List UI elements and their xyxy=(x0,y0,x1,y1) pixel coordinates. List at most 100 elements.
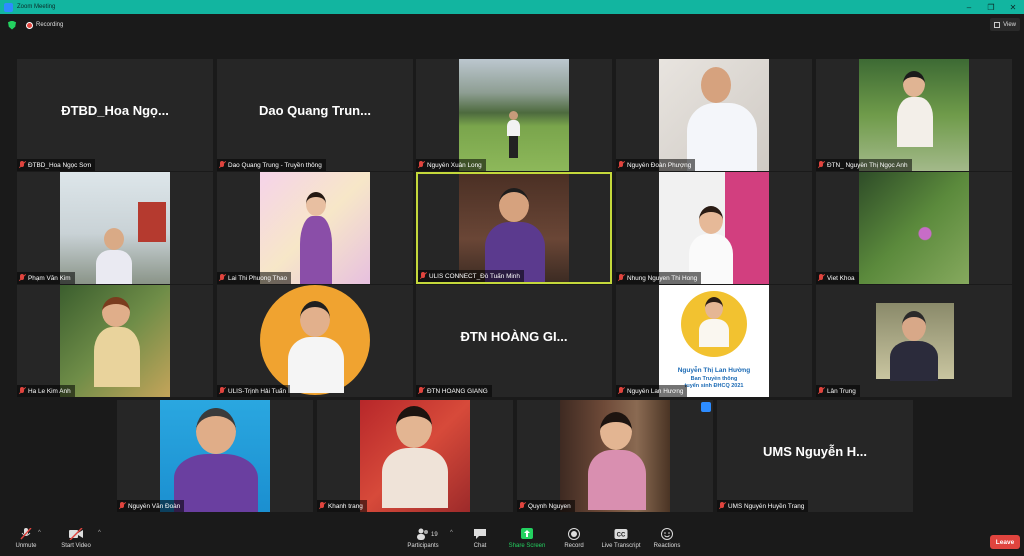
participant-label: Viet Khoa xyxy=(816,272,859,284)
participant-label: ĐTN_ Nguyễn Thị Ngọc Anh xyxy=(816,159,912,171)
participant-name: ULIS-Trịnh Hải Tuấn xyxy=(228,387,287,395)
name-card-line1: Ban Truyền thông xyxy=(690,376,738,382)
participant-tile[interactable]: Nguyễn Đoàn Phượng xyxy=(616,59,812,171)
participant-tile[interactable]: ULIS-Trịnh Hải Tuấn xyxy=(217,285,413,397)
start-video-button[interactable]: Start Video xyxy=(46,528,106,549)
muted-mic-icon xyxy=(219,161,225,169)
raised-hand-icon xyxy=(701,402,711,412)
participant-name: Dao Quang Trung - Truyền thông xyxy=(228,161,322,169)
leave-button[interactable]: Leave xyxy=(990,535,1020,549)
participant-video xyxy=(260,285,370,397)
participant-label: Nguyễn Văn Đoàn xyxy=(117,500,185,512)
participant-label: Nguyễn Xuân Long xyxy=(416,159,486,171)
muted-microphone-icon xyxy=(20,528,32,540)
participant-video xyxy=(459,174,569,282)
muted-mic-icon xyxy=(618,274,624,282)
muted-mic-icon xyxy=(618,161,624,169)
participant-label: Ha Le Kim Anh xyxy=(17,385,75,397)
unmute-label: Unmute xyxy=(15,543,37,549)
close-button[interactable]: ✕ xyxy=(1002,0,1024,14)
participant-tile[interactable]: Phạm Văn Kim xyxy=(17,172,213,284)
reactions-icon xyxy=(661,528,673,540)
view-button[interactable]: View xyxy=(990,18,1020,31)
muted-mic-icon xyxy=(418,387,424,395)
participant-video xyxy=(859,59,969,171)
participant-tile[interactable]: UMS Nguyễn H... UMS Nguyễn Huyền Trang xyxy=(717,400,913,512)
minimize-button[interactable]: – xyxy=(958,0,980,14)
participant-tile[interactable]: ĐTN HOÀNG GI... ĐTN HOÀNG GIANG xyxy=(416,285,612,397)
record-icon xyxy=(568,528,580,540)
participant-video xyxy=(659,59,769,171)
closed-caption-icon: CC xyxy=(614,529,628,539)
participant-tile[interactable]: ĐTBD_Hoa Ngọ... ĐTBD_Hoa Ngọc Sơn xyxy=(17,59,213,171)
start-video-label: Start Video xyxy=(61,543,91,549)
participant-video xyxy=(260,172,370,284)
participant-label: Khanh trang xyxy=(317,500,367,512)
participant-tile[interactable]: Lai Thi Phuong Thao xyxy=(217,172,413,284)
participant-name: Nhung Nguyen Thi Hong xyxy=(627,274,698,282)
video-options-caret[interactable]: ^ xyxy=(98,530,101,536)
muted-mic-icon xyxy=(818,274,824,282)
participant-video xyxy=(60,285,170,397)
participant-name: Khanh trang xyxy=(328,502,363,510)
participant-video xyxy=(859,172,969,284)
participant-video xyxy=(360,400,470,512)
participant-tile[interactable]: Nguyễn Thị Lan Hường Ban Truyền thông tu… xyxy=(616,285,812,397)
participant-tile[interactable]: Nguyễn Xuân Long xyxy=(416,59,612,171)
live-transcript-label: Live Transcript xyxy=(601,543,641,549)
participant-video xyxy=(60,172,170,284)
participant-name-display: Dao Quang Trun... xyxy=(259,103,371,118)
participants-button[interactable]: 19 Participants xyxy=(393,528,453,549)
reactions-label: Reactions xyxy=(653,543,681,549)
zoom-app-icon xyxy=(4,2,13,12)
muted-mic-icon xyxy=(818,161,824,169)
participant-label: Phạm Văn Kim xyxy=(17,272,75,284)
window-title: Zoom Meeting xyxy=(17,4,56,10)
participant-label: Nhung Nguyen Thi Hong xyxy=(616,272,702,284)
audio-options-caret[interactable]: ^ xyxy=(38,530,41,536)
participant-tile[interactable]: Nhung Nguyen Thi Hong xyxy=(616,172,812,284)
recording-indicator[interactable]: Recording xyxy=(36,22,63,28)
participant-name: Ha Le Kim Anh xyxy=(28,387,71,395)
participant-tile[interactable]: Nguyễn Văn Đoàn xyxy=(117,400,313,512)
meeting-topbar: Recording View xyxy=(0,14,1024,36)
participants-count: 19 xyxy=(431,532,438,538)
chat-label: Chat xyxy=(473,543,487,549)
participant-label: UMS Nguyễn Huyền Trang xyxy=(717,500,809,512)
participant-tile[interactable]: Quynh Nguyen xyxy=(517,400,713,512)
participant-name: ĐTN HOÀNG GIANG xyxy=(427,387,488,395)
participant-name: ĐTN_ Nguyễn Thị Ngọc Anh xyxy=(827,161,908,169)
participant-tile[interactable]: Lân Trung xyxy=(816,285,1012,397)
participant-tile-active-speaker[interactable]: ULIS CONNECT_Đỗ Tuấn Minh xyxy=(416,172,612,284)
participant-name: Nguyễn Xuân Long xyxy=(427,161,482,169)
name-card-title: Nguyễn Thị Lan Hường xyxy=(677,367,751,374)
participant-name: Quynh Nguyen xyxy=(528,502,571,510)
participant-video: Nguyễn Thị Lan Hường Ban Truyền thông tu… xyxy=(659,285,769,397)
participant-label: Lân Trung xyxy=(816,385,860,397)
participant-tile[interactable]: Viet Khoa xyxy=(816,172,1012,284)
title-bar: Zoom Meeting – ❐ ✕ xyxy=(0,0,1024,14)
participant-tile[interactable]: Khanh trang xyxy=(317,400,513,512)
participant-name: Lân Trung xyxy=(827,387,856,395)
participant-video xyxy=(459,59,569,171)
svg-text:CC: CC xyxy=(617,533,626,539)
reactions-button[interactable]: Reactions xyxy=(637,528,697,549)
participant-name: UMS Nguyễn Huyền Trang xyxy=(728,502,805,510)
participant-name: ULIS CONNECT_Đỗ Tuấn Minh xyxy=(429,272,520,280)
maximize-button[interactable]: ❐ xyxy=(980,0,1002,14)
participant-video xyxy=(160,400,270,512)
participant-tile[interactable]: Ha Le Kim Anh xyxy=(17,285,213,397)
muted-mic-icon xyxy=(319,502,325,510)
encryption-shield-icon[interactable] xyxy=(8,20,16,30)
chat-icon xyxy=(474,529,486,539)
participant-tile[interactable]: ĐTN_ Nguyễn Thị Ngọc Anh xyxy=(816,59,1012,171)
participant-video xyxy=(659,172,769,284)
muted-mic-icon xyxy=(19,161,25,169)
share-screen-label: Share Screen xyxy=(508,543,546,549)
participants-icon xyxy=(417,528,428,540)
participant-label: ULIS-Trịnh Hải Tuấn xyxy=(217,385,291,397)
video-off-icon xyxy=(69,528,83,540)
participant-tile[interactable]: Dao Quang Trun... Dao Quang Trung - Truy… xyxy=(217,59,413,171)
muted-mic-icon xyxy=(219,387,225,395)
record-label: Record xyxy=(564,543,584,549)
